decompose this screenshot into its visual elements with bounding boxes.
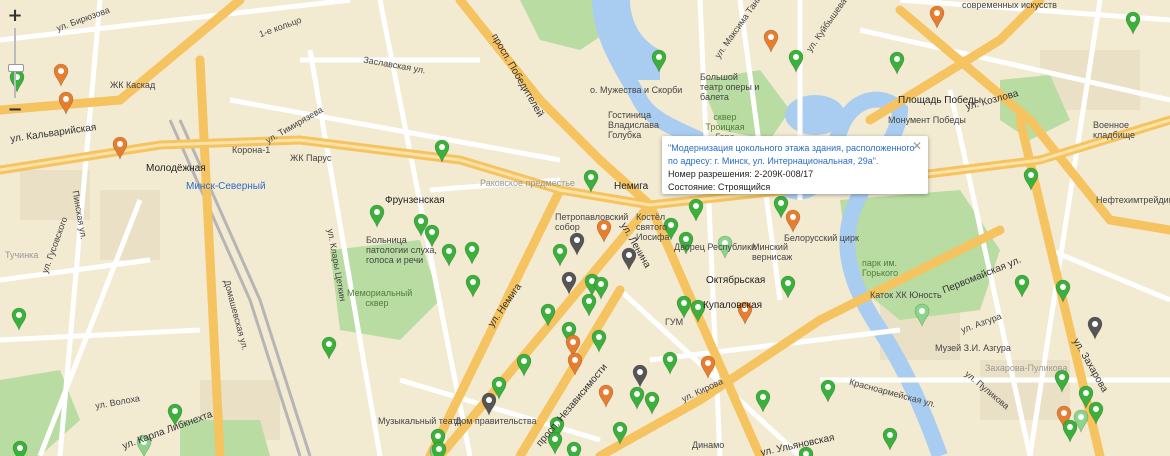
popup-permit: Номер разрешения: 2-209К-008/17 <box>668 169 814 179</box>
district-label: Раковское предместье <box>480 178 575 188</box>
poi-label: Монумент Победы <box>888 115 966 125</box>
poi-label: Военное кладбище <box>1093 120 1136 140</box>
metro-label: Немига <box>614 181 649 192</box>
zoom-in-button[interactable]: + <box>5 6 25 26</box>
poi-label: Петропавловский собор <box>555 212 629 232</box>
poi-label: Каток ХК Юность <box>870 290 942 300</box>
station-label: Минск-Северный <box>186 181 266 192</box>
map-canvas[interactable]: + − ул. Бирюзова 1-е кольцо ЖК Каскад ул… <box>0 0 1170 456</box>
poi-label: Корона-1 <box>232 145 271 155</box>
district-label: Захарова-Пуликова <box>985 363 1068 373</box>
popup-title[interactable]: "Модернизация цокольного этажа здания, р… <box>668 142 922 168</box>
popup-status: Состояние: Строящийся <box>668 182 771 192</box>
poi-label: Дом правительства <box>455 416 537 426</box>
zoom-slider-handle[interactable] <box>8 64 24 72</box>
park-label: парк им. Горького <box>862 258 899 278</box>
construction-marker-green[interactable] <box>431 441 447 456</box>
poi-label: современных искусств <box>962 0 1057 10</box>
zoom-control: + − <box>4 6 26 120</box>
construction-marker-green[interactable] <box>566 441 582 456</box>
info-popup: "Модернизация цокольного этажа здания, р… <box>662 136 928 194</box>
poi-label: Гостиница Владислава Голубка <box>608 110 659 140</box>
metro-label: Фрунзенская <box>385 195 445 206</box>
district-label: Тучинка <box>5 250 39 260</box>
poi-label: Костёл святого Иосифа <box>636 212 670 242</box>
poi-label: ГУМ <box>665 317 684 327</box>
metro-label: Купаловская <box>703 300 763 311</box>
zoom-slider[interactable] <box>8 28 24 98</box>
poi-label: Музей З.И. Азгура <box>935 343 1011 353</box>
construction-marker-green[interactable] <box>12 440 28 456</box>
poi-label: Дворец Республики <box>674 242 757 252</box>
poi-label: Больница патологии слуха, голоса и речи <box>366 235 437 265</box>
poi-label: о. Мужества и Скорби <box>590 85 683 95</box>
metro-label: Октябрьская <box>706 275 766 286</box>
zoom-out-button[interactable]: − <box>5 100 25 120</box>
poi-label: Нефтехимтрейдинг <box>1096 195 1170 205</box>
district-label: ЖК Парус <box>290 153 332 163</box>
poi-label: Музыкальный театр <box>378 416 462 426</box>
poi-label: Большой театр оперы и балета <box>700 72 760 102</box>
district-label: ЖК Каскад <box>110 80 156 90</box>
park-label: Мемориальный сквер <box>347 288 413 308</box>
close-icon[interactable]: ✕ <box>912 140 922 153</box>
poi-label: Динамо <box>692 440 725 450</box>
poi-label: Минский вернисаж <box>752 242 793 262</box>
metro-label: Молодёжная <box>146 163 206 174</box>
